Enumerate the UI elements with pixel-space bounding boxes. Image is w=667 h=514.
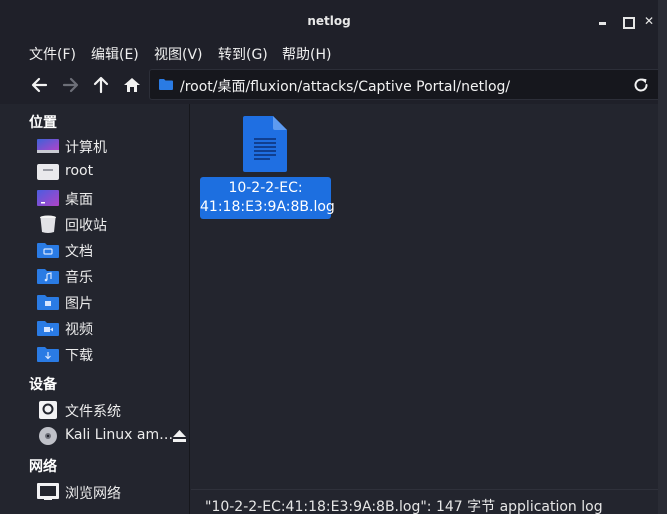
- drive-icon: [39, 401, 57, 419]
- forward-button[interactable]: [59, 75, 81, 95]
- arrow-right-icon: [62, 77, 79, 93]
- text-file-icon: [243, 116, 287, 172]
- menu-file[interactable]: 文件(F): [29, 44, 76, 64]
- sidebar-item-label: 视频: [65, 322, 93, 338]
- menu-view[interactable]: 视图(V): [154, 44, 203, 64]
- arrow-left-icon: [31, 77, 48, 93]
- sidebar-item-label: 音乐: [65, 270, 93, 286]
- statusbar: "10-2-2-EC:41:18:E3:9A:8B.log": 147 字节 a…: [191, 489, 658, 514]
- sidebar-item-label: 图片: [65, 296, 93, 312]
- sidebar-item-browse-network[interactable]: 浏览网络: [37, 481, 187, 503]
- arrow-up-icon: [93, 76, 109, 94]
- sidebar-item-music[interactable]: 音乐: [37, 265, 187, 287]
- sidebar-item-documents[interactable]: 文档: [37, 239, 187, 261]
- pictures-folder-icon: [37, 295, 59, 310]
- eject-icon[interactable]: [173, 430, 186, 442]
- back-button[interactable]: [29, 75, 51, 95]
- home-icon: [124, 78, 140, 92]
- up-button[interactable]: [90, 75, 112, 95]
- sidebar-item-label: Kali Linux am…: [65, 427, 174, 443]
- sidebar-item-videos[interactable]: 视频: [37, 317, 187, 339]
- location-path: /root/桌面/fluxion/attacks/Captive Portal/…: [180, 79, 511, 95]
- sidebar-item-computer[interactable]: 计算机: [37, 135, 187, 157]
- menu-edit[interactable]: 编辑(E): [91, 44, 139, 64]
- computer-icon: [37, 139, 59, 153]
- file-item[interactable]: 10-2-2-EC: 41:18:E3:9A:8B.log: [200, 116, 335, 221]
- sidebar-item-filesystem[interactable]: 文件系统: [37, 399, 187, 421]
- desktop-icon: [37, 190, 59, 206]
- maximize-button[interactable]: [621, 15, 635, 29]
- home-button[interactable]: [121, 75, 143, 95]
- file-view[interactable]: 10-2-2-EC: 41:18:E3:9A:8B.log: [191, 104, 658, 489]
- titlebar[interactable]: netlog ✕: [0, 0, 658, 38]
- sidebar-section-devices: 设备: [29, 377, 57, 393]
- file-manager-window: netlog ✕ 文件(F) 编辑(E) 视图(V) 转到(G) 帮助(H) /…: [0, 0, 658, 514]
- videos-folder-icon: [37, 321, 59, 336]
- window-title: netlog: [307, 14, 351, 28]
- sidebar-item-label: 文档: [65, 244, 93, 260]
- menu-go[interactable]: 转到(G): [218, 44, 268, 64]
- close-button[interactable]: ✕: [643, 15, 655, 27]
- sidebar-item-label: 浏览网络: [65, 486, 121, 502]
- menubar: 文件(F) 编辑(E) 视图(V) 转到(G) 帮助(H): [0, 38, 658, 66]
- sidebar: 位置 计算机 root 桌面 回收站 文档 音乐 图片 视频 下载 设备 文件系…: [0, 104, 190, 514]
- sidebar-item-label: root: [65, 163, 94, 179]
- sidebar-item-label: 回收站: [65, 218, 107, 234]
- network-icon: [37, 483, 59, 500]
- sidebar-section-places: 位置: [29, 115, 57, 131]
- documents-folder-icon: [37, 243, 59, 258]
- sidebar-item-label: 文件系统: [65, 404, 121, 420]
- sidebar-item-label: 下载: [65, 348, 93, 364]
- sidebar-item-trash[interactable]: 回收站: [37, 213, 187, 235]
- location-bar[interactable]: /root/桌面/fluxion/attacks/Captive Portal/…: [149, 69, 658, 100]
- minimize-button[interactable]: [597, 15, 609, 27]
- reload-icon[interactable]: [632, 76, 650, 94]
- sidebar-section-network: 网络: [29, 459, 57, 475]
- toolbar: /root/桌面/fluxion/attacks/Captive Portal/…: [0, 66, 658, 104]
- status-text: "10-2-2-EC:41:18:E3:9A:8B.log": 147 字节 a…: [205, 499, 603, 514]
- folder-icon: [159, 79, 173, 90]
- sidebar-item-label: 计算机: [65, 140, 107, 156]
- sidebar-item-downloads[interactable]: 下载: [37, 343, 187, 365]
- file-name-label: 10-2-2-EC: 41:18:E3:9A:8B.log: [200, 177, 335, 219]
- sidebar-item-root[interactable]: root: [37, 161, 187, 183]
- sidebar-item-kali-disc[interactable]: Kali Linux am…: [37, 425, 187, 447]
- sidebar-item-desktop[interactable]: 桌面: [37, 187, 187, 209]
- downloads-folder-icon: [37, 347, 59, 362]
- menu-help[interactable]: 帮助(H): [282, 44, 331, 64]
- optical-disc-icon: [39, 427, 57, 445]
- sidebar-item-pictures[interactable]: 图片: [37, 291, 187, 313]
- sidebar-item-label: 桌面: [65, 192, 93, 208]
- trash-icon: [40, 215, 56, 233]
- music-folder-icon: [37, 269, 59, 284]
- file-name: 10-2-2-EC: 41:18:E3:9A:8B.log: [200, 180, 335, 215]
- home-folder-icon: [37, 164, 59, 180]
